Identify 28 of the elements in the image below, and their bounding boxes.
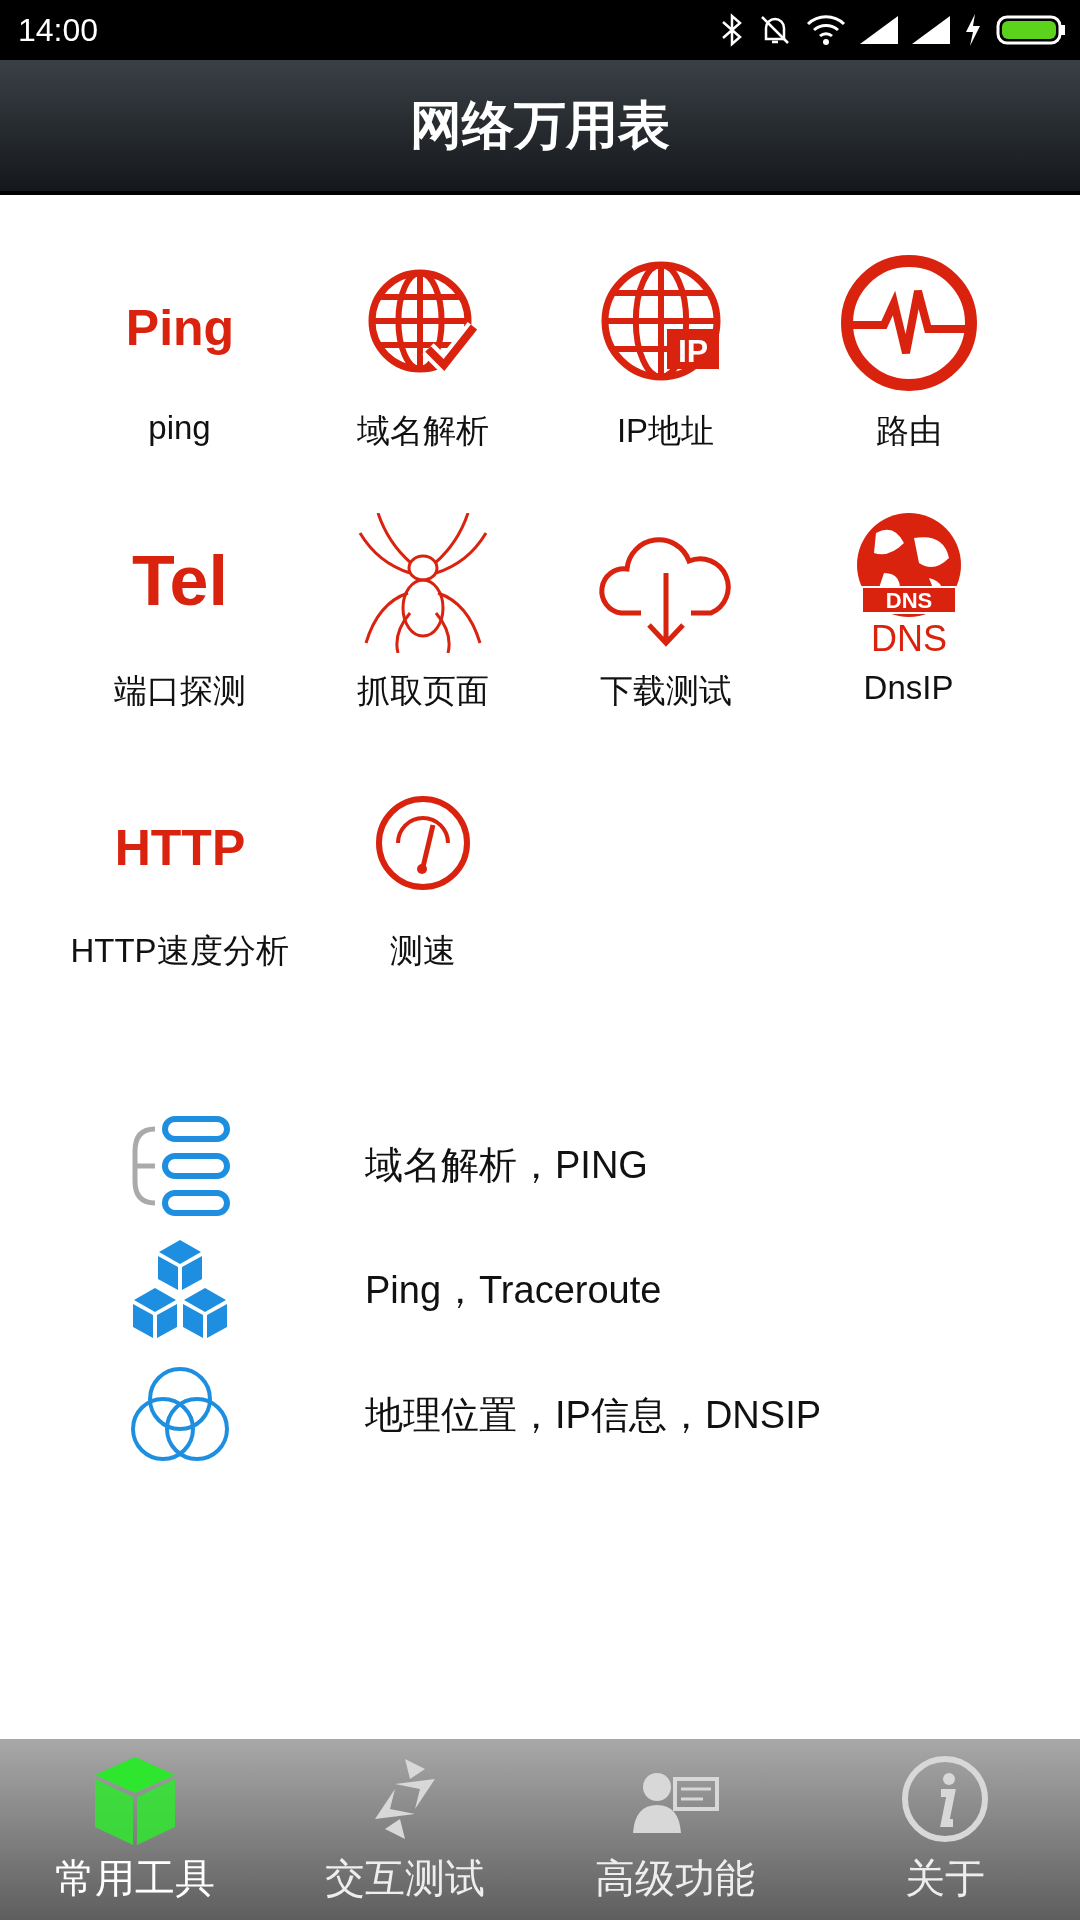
signal-icon — [860, 16, 898, 44]
charging-icon — [964, 14, 982, 46]
logo-icon[interactable]: Ping — [104, 253, 255, 393]
logo-icon[interactable]: HTTP — [104, 773, 255, 913]
tool-label[interactable]: HTTP速度分析 — [70, 929, 289, 974]
tool-label[interactable]: 域名解析 — [356, 409, 489, 454]
tool-label[interactable]: 端口探测 — [113, 669, 246, 714]
signal-icon — [912, 16, 950, 44]
feature-text: 域名解析，PING — [365, 1143, 648, 1188]
feature-text: Ping，Traceroute — [365, 1268, 662, 1313]
clock: 14:00 — [18, 11, 99, 49]
tool-label[interactable]: 抓取页面 — [356, 669, 489, 714]
tool-label[interactable]: 下载测试 — [599, 669, 732, 714]
tool-label[interactable]: 路由 — [875, 409, 942, 454]
tab[interactable]: 常用工具 — [0, 1739, 270, 1920]
tool-label[interactable]: DnsIP — [863, 669, 954, 707]
tool-label[interactable]: 测速 — [389, 929, 456, 974]
logo-icon[interactable]: Tel — [104, 513, 255, 653]
tool-label[interactable]: IP地址 — [616, 409, 715, 454]
app-title: 网络万用表 — [410, 94, 670, 156]
feature-text: 地理位置，IP信息，DNSIP — [365, 1393, 822, 1438]
battery-icon — [996, 15, 1066, 45]
wifi-icon — [806, 14, 846, 46]
tab[interactable]: 关于 — [810, 1739, 1080, 1920]
tool-label[interactable]: ping — [148, 409, 211, 447]
tab[interactable]: 高级功能 — [540, 1739, 810, 1920]
tab[interactable]: 交互测试 — [270, 1739, 540, 1920]
bluetooth-icon — [720, 13, 744, 47]
